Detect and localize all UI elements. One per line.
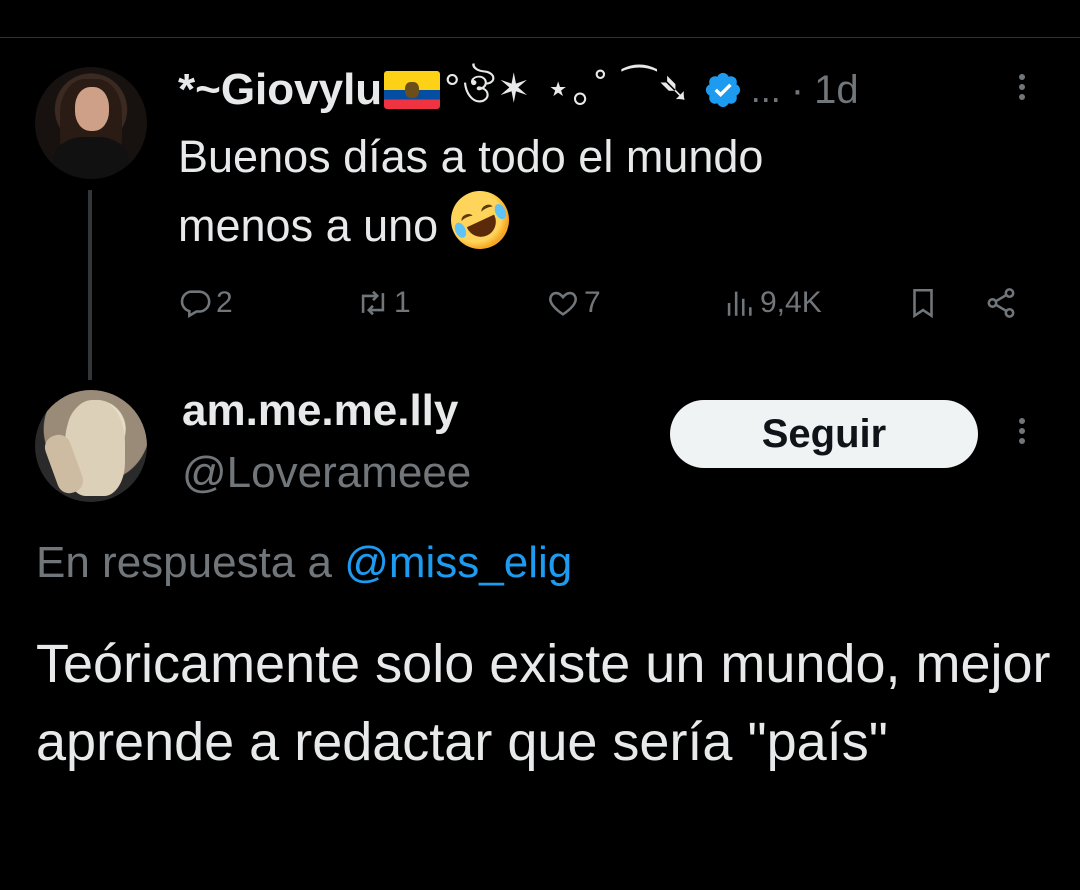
- ecuador-flag-icon: [384, 71, 441, 109]
- name-overflow: ...: [750, 69, 781, 110]
- retweet-count: 1: [394, 286, 411, 319]
- views-icon: [727, 291, 752, 316]
- reply-icon: [180, 290, 211, 319]
- reply-count: 2: [216, 286, 233, 319]
- rolling-laughing-emoji-icon: [441, 181, 519, 259]
- bookmark-button[interactable]: [906, 280, 940, 326]
- tweet-actions: 2 1 7 9,4K: [178, 280, 1038, 326]
- avatar[interactable]: [35, 67, 147, 179]
- like-count: 7: [584, 286, 601, 319]
- tweet-text: Teóricamente solo existe un mundo, mejor…: [36, 634, 1051, 772]
- name-decoration: °ঔ✶ ⋆｡˚ ⁀➴: [444, 67, 693, 111]
- view-count: 9,4K: [760, 286, 822, 319]
- display-name[interactable]: am.me.me.lly: [182, 386, 458, 436]
- verified-icon: [705, 72, 740, 108]
- display-name[interactable]: *~Giovylu: [178, 65, 382, 115]
- more-options-icon[interactable]: [1010, 70, 1034, 110]
- more-options-icon[interactable]: [1010, 414, 1034, 454]
- reply-button[interactable]: 2: [178, 280, 233, 326]
- timestamp[interactable]: 1d: [814, 68, 859, 113]
- follow-button[interactable]: Seguir: [670, 400, 978, 468]
- retweet-icon: [361, 290, 385, 316]
- share-icon: [987, 288, 1015, 318]
- user-handle[interactable]: @Loverameee: [182, 448, 471, 498]
- top-divider: [0, 37, 1080, 38]
- retweet-button[interactable]: 1: [356, 280, 411, 326]
- tweet-text: Buenos días a todo el mundo menos a uno: [178, 122, 1038, 260]
- tweet-header: *~Giovylu °ঔ✶ ⋆｡˚ ⁀➴ ... · 1d: [178, 62, 1058, 118]
- separator: ·: [790, 67, 805, 112]
- views-button[interactable]: 9,4K: [722, 280, 822, 326]
- bookmark-icon: [913, 288, 933, 319]
- like-button[interactable]: 7: [546, 280, 601, 326]
- heart-icon: [549, 291, 577, 316]
- replying-to: En respuesta a @miss_elig: [36, 538, 572, 588]
- replying-prefix: En respuesta a: [36, 538, 332, 587]
- replying-to-link[interactable]: @miss_elig: [344, 538, 572, 587]
- share-button[interactable]: [984, 280, 1018, 326]
- thread-connector: [88, 190, 92, 380]
- avatar[interactable]: [35, 390, 147, 502]
